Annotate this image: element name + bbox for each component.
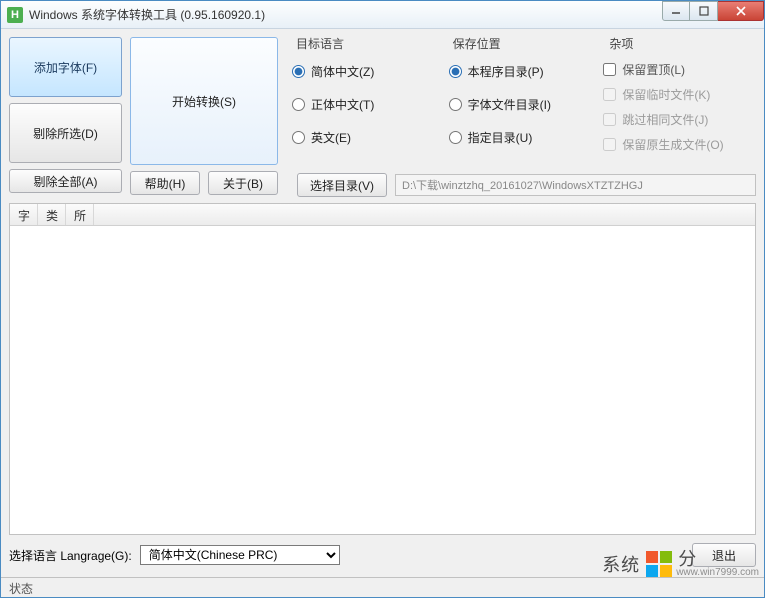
radio-label: 字体文件目录(I) bbox=[468, 96, 551, 113]
close-button[interactable] bbox=[718, 1, 764, 21]
help-button[interactable]: 帮助(H) bbox=[130, 171, 200, 195]
radio-english[interactable]: 英文(E) bbox=[292, 129, 443, 146]
path-row: 选择目录(V) bbox=[297, 173, 756, 197]
group-legend: 目标语言 bbox=[294, 35, 346, 52]
maximize-button[interactable] bbox=[690, 1, 718, 21]
checkbox-input[interactable] bbox=[603, 113, 616, 126]
watermark-url: www.win7999.com bbox=[676, 568, 759, 578]
check-keep-original[interactable]: 保留原生成文件(O) bbox=[603, 136, 756, 153]
left-button-column: 添加字体(F) 剔除所选(D) 剔除全部(A) bbox=[9, 37, 122, 197]
radio-label: 正体中文(T) bbox=[311, 96, 374, 113]
radio-traditional[interactable]: 正体中文(T) bbox=[292, 96, 443, 113]
radio-specified-dir[interactable]: 指定目录(U) bbox=[449, 129, 600, 146]
check-keep-temp[interactable]: 保留临时文件(K) bbox=[603, 86, 756, 103]
check-label: 保留原生成文件(O) bbox=[622, 136, 723, 153]
path-input[interactable] bbox=[395, 174, 756, 196]
radio-input[interactable] bbox=[449, 98, 462, 111]
check-label: 保留置顶(L) bbox=[622, 61, 685, 78]
app-window: H Windows 系统字体转换工具 (0.95.160920.1) 添加字体(… bbox=[0, 0, 765, 598]
radio-font-dir[interactable]: 字体文件目录(I) bbox=[449, 96, 600, 113]
radio-input[interactable] bbox=[449, 131, 462, 144]
check-label: 跳过相同文件(J) bbox=[622, 111, 708, 128]
minimize-button[interactable] bbox=[662, 1, 690, 21]
select-dir-button[interactable]: 选择目录(V) bbox=[297, 173, 387, 197]
check-skip-same[interactable]: 跳过相同文件(J) bbox=[603, 111, 756, 128]
radio-label: 英文(E) bbox=[311, 129, 351, 146]
watermark-text-2: 分 bbox=[678, 550, 759, 568]
window-title: Windows 系统字体转换工具 (0.95.160920.1) bbox=[29, 6, 662, 23]
language-label: 选择语言 Langrage(G): bbox=[9, 547, 132, 564]
group-legend: 杂项 bbox=[607, 35, 635, 52]
radio-input[interactable] bbox=[292, 131, 305, 144]
checkbox-input[interactable] bbox=[603, 63, 616, 76]
window-controls bbox=[662, 1, 764, 21]
group-legend: 保存位置 bbox=[451, 35, 503, 52]
titlebar[interactable]: H Windows 系统字体转换工具 (0.95.160920.1) bbox=[1, 1, 764, 29]
check-keep-top[interactable]: 保留置顶(L) bbox=[603, 61, 756, 78]
remove-selected-button[interactable]: 剔除所选(D) bbox=[9, 103, 122, 163]
watermark-text-1: 系统 bbox=[602, 551, 640, 577]
th-type[interactable]: 类 bbox=[38, 204, 66, 225]
check-label: 保留临时文件(K) bbox=[622, 86, 710, 103]
radio-label: 简体中文(Z) bbox=[311, 63, 374, 80]
start-convert-button[interactable]: 开始转换(S) bbox=[130, 37, 278, 165]
radio-input[interactable] bbox=[292, 98, 305, 111]
about-button[interactable]: 关于(B) bbox=[208, 171, 278, 195]
radio-input[interactable] bbox=[449, 65, 462, 78]
file-table: 字 类 所 bbox=[9, 203, 756, 535]
watermark: 系统 分 www.win7999.com bbox=[602, 550, 759, 578]
checkbox-input[interactable] bbox=[603, 138, 616, 151]
radio-label: 本程序目录(P) bbox=[468, 63, 544, 80]
client-area: 添加字体(F) 剔除所选(D) 剔除全部(A) 开始转换(S) 帮助(H) 关于… bbox=[1, 29, 764, 577]
radio-input[interactable] bbox=[292, 65, 305, 78]
checkbox-input[interactable] bbox=[603, 88, 616, 101]
remove-all-button[interactable]: 剔除全部(A) bbox=[9, 169, 122, 193]
radio-simplified[interactable]: 简体中文(Z) bbox=[292, 63, 443, 80]
th-font[interactable]: 字 bbox=[10, 204, 38, 225]
watermark-logo-icon bbox=[646, 551, 672, 577]
statusbar: 状态 bbox=[1, 577, 764, 597]
table-header: 字 类 所 bbox=[10, 204, 755, 226]
radio-label: 指定目录(U) bbox=[468, 129, 533, 146]
add-font-button[interactable]: 添加字体(F) bbox=[9, 37, 122, 97]
language-select[interactable]: 简体中文(Chinese PRC) bbox=[140, 545, 340, 565]
table-body[interactable] bbox=[10, 226, 755, 534]
radio-program-dir[interactable]: 本程序目录(P) bbox=[449, 63, 600, 80]
app-icon: H bbox=[7, 7, 23, 23]
th-location[interactable]: 所 bbox=[66, 204, 94, 225]
